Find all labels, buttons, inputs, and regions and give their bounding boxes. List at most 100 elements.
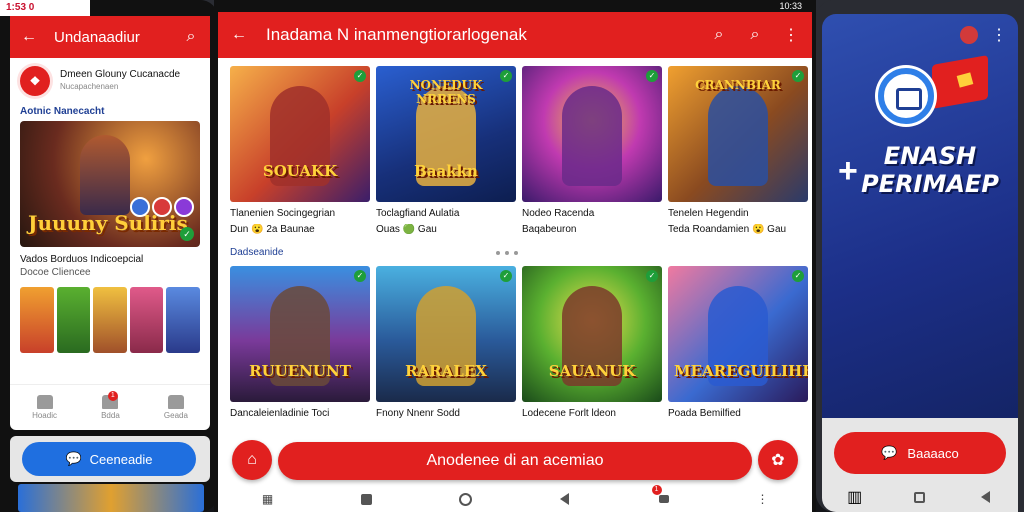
game-artwork[interactable]: SOUAKK ✓	[230, 66, 370, 202]
promo-button[interactable]: 💬 Baaaaco	[834, 432, 1006, 474]
right-top-actions: ⋮	[960, 24, 1010, 46]
recents-button[interactable]: ▥	[847, 489, 863, 506]
character-thumbnail[interactable]	[93, 287, 127, 353]
game-artwork[interactable]: ✓	[522, 66, 662, 202]
game-grid: SOUAKK ✓ Tlanenien Socingegrian Dun 😮 2a Ba…	[230, 66, 808, 419]
game-tile[interactable]: ✓ Nodeo Racenda Baqabeuron	[522, 66, 662, 235]
tablet: 10:33 ← Inadama N inanmengtiorarlogenak …	[214, 0, 816, 512]
game-top-banner: NONEDUK NRRENS	[409, 78, 483, 106]
publisher-logo-icon: ❖	[20, 66, 50, 96]
avatar	[130, 197, 150, 217]
nav-notifications[interactable]: 1 Bdda	[101, 391, 120, 420]
back-button[interactable]	[557, 491, 573, 507]
game-tile[interactable]: SAUANUK ✓ Lodecene Forlt ldeon	[522, 266, 662, 419]
verified-icon: ✓	[180, 227, 194, 241]
game-artwork[interactable]: RUUENUNT ✓	[230, 266, 370, 402]
verified-icon: ✓	[500, 70, 512, 82]
featured-game-sub: Docoe Cliencee	[20, 267, 91, 278]
publisher-header[interactable]: ❖ Dmeen Glouny Cucanacde Nucapachenaen	[10, 58, 210, 100]
game-title: Fnony Nnenr Sodd	[376, 408, 460, 419]
system-navigation: ▥	[822, 486, 1018, 508]
more-vert-icon[interactable]: ⋮	[755, 491, 771, 507]
grid-icon[interactable]: ▦	[260, 491, 276, 507]
game-tile[interactable]: RARALEX ✓ Fnony Nnenr Sodd	[376, 266, 516, 419]
game-title: Poada Bemilfied	[668, 408, 741, 419]
verified-icon: ✓	[792, 270, 804, 282]
game-meta: Baqabeuron	[522, 224, 577, 235]
avatar	[174, 197, 194, 217]
game-meta: Teda Roandamien 😮 Gau	[668, 224, 787, 235]
arrow-left-icon[interactable]: ←	[18, 26, 40, 48]
character-thumbnail[interactable]	[166, 287, 200, 353]
nav-home[interactable]: Hoadic	[32, 395, 57, 420]
right-screen: ⋮ + ENASH PERIMAEP	[822, 14, 1018, 418]
character-thumbnail[interactable]	[20, 287, 54, 353]
nav-profile[interactable]: Geada	[164, 395, 188, 420]
game-tile[interactable]: RUUENUNT ✓ Dancaleienladinie Toci	[230, 266, 370, 419]
game-artwork[interactable]: NONEDUK NRRENS Baakkn ✓	[376, 66, 516, 202]
game-logo-text: RUUENUNT	[249, 362, 351, 380]
game-artwork[interactable]: CRANNBIAR ✓	[668, 66, 808, 202]
game-logo-text: Baakkn	[414, 162, 478, 180]
promo-headline: ENASH PERIMAEP	[861, 142, 999, 198]
publisher-name: Dmeen Glouny Cucanacde	[60, 69, 181, 80]
game-tile[interactable]: CRANNBIAR ✓ Tenelen Hegendin Teda Roandamie…	[668, 66, 808, 235]
more-vert-icon[interactable]: ⋮	[780, 24, 802, 46]
verified-icon: ✓	[646, 70, 658, 82]
continue-button-label: Ceeneadie	[89, 451, 153, 467]
featured-game-banner[interactable]: Juuuny Suliris ✓	[20, 121, 200, 247]
game-top-banner: CRANNBIAR	[695, 78, 781, 92]
search-icon[interactable]: ⌕	[744, 24, 766, 46]
game-tile[interactable]: MEAREGUILIHE ✓ Poada Bemilfied	[668, 266, 808, 419]
left-cta-panel: 💬 Ceeneadie	[10, 436, 210, 482]
verified-icon: ✓	[500, 270, 512, 282]
game-logo-text: RARALEX	[405, 362, 487, 380]
home-button[interactable]	[458, 491, 474, 507]
status-bar-time: 10:33	[218, 0, 812, 12]
hero-character	[708, 86, 768, 186]
publisher-sub: Nucapachenaen	[60, 82, 119, 91]
game-tile[interactable]: SOUAKK ✓ Tlanenien Socingegrian Dun 😮 2a Ba…	[230, 66, 370, 235]
emblem-icon	[878, 68, 934, 124]
right-phone: ⋮ + ENASH PERIMAEP 💬 Baaaaco ▥	[816, 0, 1024, 512]
recents-button[interactable]	[359, 491, 375, 507]
primary-cta-button[interactable]: Anodenee di an acemiao	[278, 442, 752, 480]
promo-button-label: Baaaaco	[907, 445, 959, 461]
avatar	[152, 197, 172, 217]
profile-icon[interactable]	[960, 26, 978, 44]
carousel-dots[interactable]	[496, 250, 518, 255]
tablet-app-bar: ← Inadama N inanmengtiorarlogenak ⌕ ⌕ ⋮	[218, 12, 812, 58]
game-artwork[interactable]: RARALEX ✓	[376, 266, 516, 402]
nav-notifications-label: Bdda	[101, 411, 120, 420]
verified-icon: ✓	[646, 270, 658, 282]
verified-icon: ✓	[792, 70, 804, 82]
continue-button[interactable]: 💬 Ceeneadie	[22, 442, 196, 476]
character-thumbnail[interactable]	[56, 287, 91, 353]
game-row: SOUAKK ✓ Tlanenien Socingegrian Dun 😮 2a Ba…	[230, 66, 808, 235]
settings-fab[interactable]: ✿	[758, 440, 798, 480]
search-icon[interactable]: ⌕	[180, 26, 202, 48]
arrow-left-icon[interactable]: ←	[228, 24, 250, 46]
game-artwork[interactable]: MEAREGUILIHE ✓	[668, 266, 808, 402]
profile-icon	[167, 395, 184, 409]
next-banner-peek	[18, 484, 204, 512]
home-icon	[36, 395, 53, 409]
chat-icon: 💬	[881, 445, 898, 460]
notifications-button[interactable]: 1	[651, 485, 672, 507]
notch	[90, 0, 218, 16]
character-strip[interactable]	[20, 287, 200, 353]
more-vert-icon[interactable]: ⋮	[988, 24, 1010, 46]
left-screen: ❖ Dmeen Glouny Cucanacde Nucapachenaen A…	[10, 58, 210, 430]
featured-game-name: Vados Borduos Indicoepcial	[20, 254, 144, 265]
game-meta: Ouas 🟢 Gau	[376, 224, 437, 235]
character-thumbnail[interactable]	[129, 287, 164, 353]
back-button[interactable]	[977, 489, 993, 505]
home-fab[interactable]: ⌂	[232, 440, 272, 480]
game-tile[interactable]: NONEDUK NRRENS Baakkn ✓ Toclagfiand Aulatia…	[376, 66, 516, 235]
tablet-app-title: Inadama N inanmengtiorarlogenak	[266, 25, 527, 44]
home-button[interactable]	[912, 489, 928, 505]
search-icon[interactable]: ⌕	[708, 24, 730, 46]
game-artwork[interactable]: SAUANUK ✓	[522, 266, 662, 402]
gear-icon: ✿	[771, 452, 785, 469]
publisher-info: Dmeen Glouny Cucanacde Nucapachenaen	[60, 69, 180, 93]
